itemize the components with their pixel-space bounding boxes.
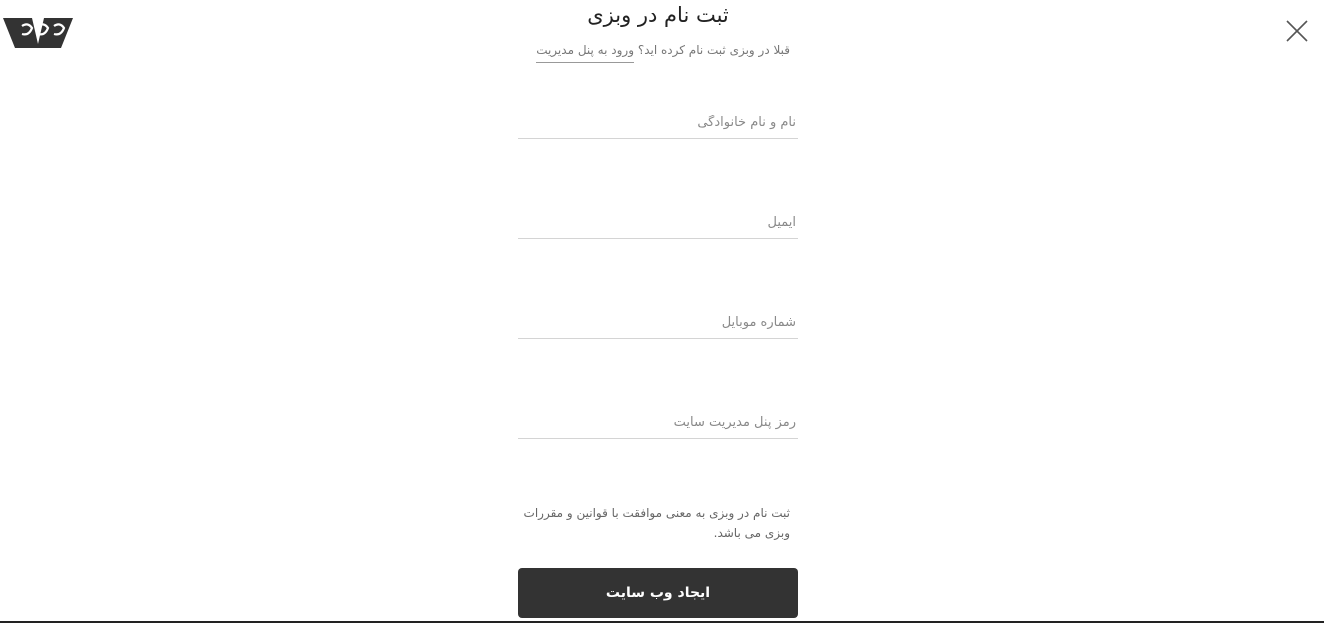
login-prompt-text: قبلا در وبزی ثبت نام کرده اید؟: [637, 43, 790, 57]
terms-text: ثبت نام در وبزی به معنی موافقت با قوانین…: [523, 506, 790, 540]
signup-page: ثبت نام در وبزی قبلا در وبزی ثبت نام کرد…: [0, 0, 1324, 623]
mobile-input[interactable]: [518, 307, 798, 339]
password-input[interactable]: [518, 407, 798, 439]
page-title: ثبت نام در وبزی: [587, 3, 729, 27]
full-name-input[interactable]: [518, 107, 798, 139]
login-prompt: قبلا در وبزی ثبت نام کرده اید؟ ورود به پ…: [536, 40, 790, 63]
login-link[interactable]: ورود به پنل مدیریت: [536, 43, 634, 63]
email-input[interactable]: [518, 207, 798, 239]
webzi-logo-icon[interactable]: [2, 14, 74, 50]
create-website-button[interactable]: ایجاد وب سایت: [518, 568, 798, 618]
close-icon[interactable]: [1286, 20, 1308, 42]
